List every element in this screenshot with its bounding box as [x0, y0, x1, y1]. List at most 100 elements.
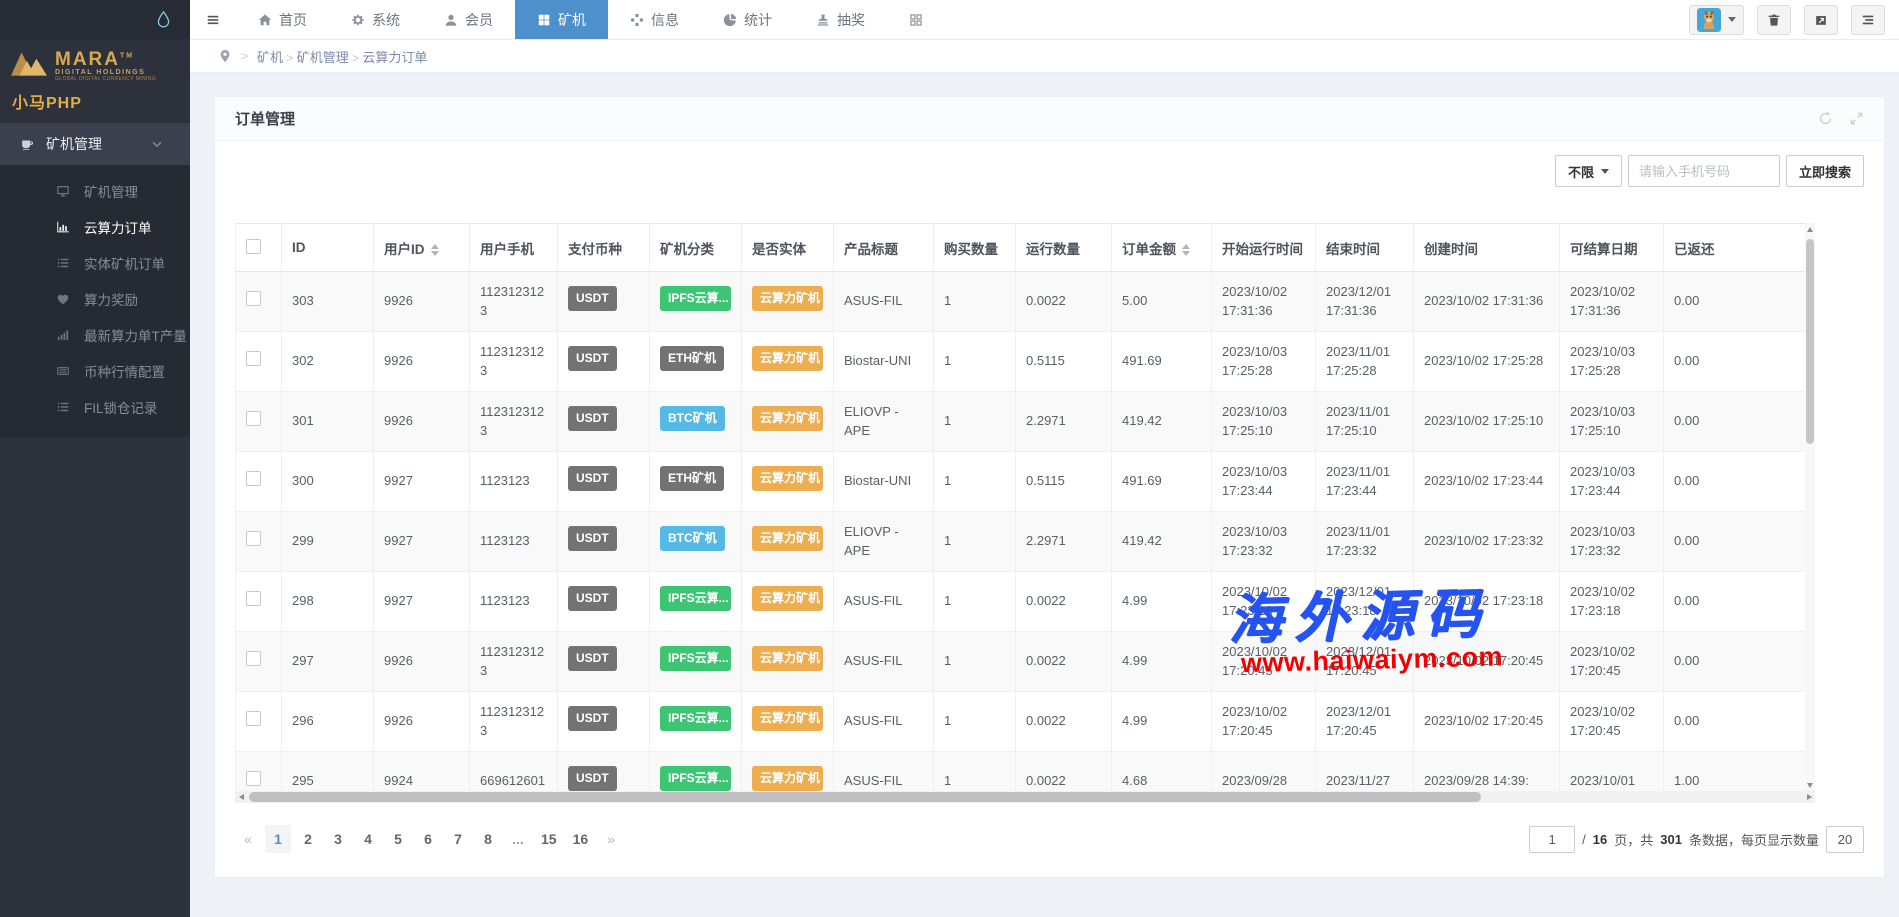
table-row: 29899271123123USDTIPFS云算...云算力矿机ASUS-FIL… — [236, 572, 1816, 632]
sidebar-toggle-button[interactable] — [190, 0, 236, 39]
scroll-left-arrow[interactable] — [235, 791, 247, 803]
column-header[interactable]: 用户ID — [374, 224, 470, 272]
entity-type-badge: 云算力矿机 — [752, 706, 823, 731]
sidebar-item-latest-output[interactable]: 最新算力单T产量 — [0, 317, 190, 353]
row-checkbox[interactable] — [246, 531, 261, 546]
sidebar-item-coin-market[interactable]: 币种行情配置 — [0, 353, 190, 389]
external-icon — [1814, 13, 1828, 27]
refresh-icon[interactable] — [1818, 111, 1833, 126]
sidebar-item-label: 算力奖励 — [84, 289, 138, 309]
vertical-scrollbar[interactable] — [1805, 223, 1815, 791]
column-label: 用户ID — [384, 242, 425, 257]
page-button-5[interactable]: 5 — [385, 825, 411, 853]
page-button-15[interactable]: 15 — [535, 825, 563, 853]
cell-returned: 0.00 — [1664, 272, 1816, 332]
sidebar-item-miner-manage[interactable]: 矿机管理 — [0, 173, 190, 209]
sidebar-item-fil-lock[interactable]: FIL锁仓记录 — [0, 389, 190, 425]
scroll-right-arrow[interactable] — [1803, 791, 1815, 803]
cell-run-qty: 0.5115 — [1016, 332, 1112, 392]
cell-buy-qty: 1 — [934, 632, 1016, 692]
log-list-button[interactable] — [1851, 5, 1885, 35]
search-button[interactable]: 立即搜索 — [1786, 155, 1864, 187]
row-checkbox[interactable] — [246, 771, 261, 786]
horizontal-scrollbar[interactable] — [235, 791, 1815, 803]
scroll-down-arrow[interactable] — [1805, 779, 1815, 791]
page-jump-input[interactable] — [1529, 826, 1575, 853]
cell-end-time: 2023/11/01 17:25:10 — [1316, 392, 1414, 452]
select-all-checkbox[interactable] — [246, 239, 261, 254]
cell-amount: 4.99 — [1112, 692, 1212, 752]
horizontal-scroll-thumb[interactable] — [249, 792, 1481, 802]
orders-table-viewport: ID用户ID用户手机支付币种矿机分类是否实体产品标题购买数量运行数量订单金额开始… — [235, 223, 1815, 791]
cell-buy-qty: 1 — [934, 512, 1016, 572]
page-button-8[interactable]: 8 — [475, 825, 501, 853]
sidebar-item-label: 矿机管理 — [84, 181, 138, 201]
page-size-input[interactable] — [1826, 826, 1864, 853]
page-button-7[interactable]: 7 — [445, 825, 471, 853]
column-header: 是否实体 — [742, 224, 834, 272]
cell-returned: 0.00 — [1664, 452, 1816, 512]
user-menu-button[interactable] — [1689, 5, 1744, 35]
row-checkbox[interactable] — [246, 291, 261, 306]
row-checkbox[interactable] — [246, 651, 261, 666]
page-button-6[interactable]: 6 — [415, 825, 441, 853]
breadcrumb-link[interactable]: 矿机管理 — [297, 50, 349, 65]
cell-create-time: 2023/10/02 17:31:36 — [1414, 272, 1560, 332]
sort-icon[interactable] — [431, 244, 439, 256]
cell-returned: 0.00 — [1664, 332, 1816, 392]
page-button-3[interactable]: 3 — [325, 825, 351, 853]
fullscreen-link-button[interactable] — [1804, 5, 1838, 35]
sidebar-item-hash-reward[interactable]: 算力奖励 — [0, 281, 190, 317]
breadcrumb-link[interactable]: 矿机 — [257, 50, 283, 65]
phone-search-input[interactable] — [1628, 155, 1780, 187]
miner-category-badge: IPFS云算... — [660, 766, 731, 791]
cell-user-id: 9927 — [374, 572, 470, 632]
cell-returned: 0.00 — [1664, 512, 1816, 572]
nav-item-miner[interactable]: 矿机 — [515, 0, 608, 39]
column-label: 用户手机 — [480, 242, 534, 257]
nav-item-system[interactable]: 系统 — [329, 0, 422, 39]
vertical-scroll-thumb[interactable] — [1806, 239, 1814, 444]
breadcrumb-link[interactable]: 云算力订单 — [362, 50, 427, 65]
cell-product: ASUS-FIL — [834, 692, 934, 752]
entity-type-badge: 云算力矿机 — [752, 586, 823, 611]
sidebar-item-entity-orders[interactable]: 实体矿机订单 — [0, 245, 190, 281]
sidebar-section-miner-manage[interactable]: 矿机管理 — [0, 123, 190, 165]
nav-item-lottery[interactable]: 抽奖 — [794, 0, 887, 39]
column-label: 是否实体 — [752, 242, 806, 257]
sort-icon[interactable] — [1182, 244, 1190, 256]
filter-toolbar: 不限 立即搜索 — [235, 155, 1864, 187]
fullscreen-icon[interactable] — [1849, 111, 1864, 126]
row-checkbox[interactable] — [246, 411, 261, 426]
cell-amount: 4.99 — [1112, 632, 1212, 692]
nav-item-info[interactable]: 信息 — [608, 0, 701, 39]
scope-dropdown[interactable]: 不限 — [1555, 155, 1622, 187]
row-checkbox[interactable] — [246, 351, 261, 366]
column-header: 运行数量 — [1016, 224, 1112, 272]
column-label: 已返还 — [1674, 242, 1715, 257]
page-button-16[interactable]: 16 — [567, 825, 595, 853]
next-page-button[interactable]: » — [598, 825, 624, 853]
nav-item-stats[interactable]: 统计 — [701, 0, 794, 39]
cell-run-qty: 0.0022 — [1016, 572, 1112, 632]
miner-category-badge: IPFS云算... — [660, 286, 731, 311]
row-checkbox[interactable] — [246, 591, 261, 606]
row-checkbox[interactable] — [246, 711, 261, 726]
cell-start-time: 2023/10/02 17:31:36 — [1212, 272, 1316, 332]
cell-phone: 669612601 — [470, 752, 558, 792]
clear-cache-button[interactable] — [1757, 5, 1791, 35]
pagination-row: «12345678...1516» / 16 页，共 301 条数据，每页显示数… — [235, 825, 1864, 853]
nav-item-member[interactable]: 会员 — [422, 0, 515, 39]
nav-item-home[interactable]: 首页 — [236, 0, 329, 39]
page-button-4[interactable]: 4 — [355, 825, 381, 853]
column-header[interactable]: 订单金额 — [1112, 224, 1212, 272]
sidebar-item-cloud-orders[interactable]: 云算力订单 — [0, 209, 190, 245]
scroll-up-arrow[interactable] — [1805, 223, 1815, 235]
row-checkbox[interactable] — [246, 471, 261, 486]
page-button-2[interactable]: 2 — [295, 825, 321, 853]
page-button-1[interactable]: 1 — [265, 825, 291, 853]
prev-page-button[interactable]: « — [235, 825, 261, 853]
nav-item-apps[interactable] — [887, 0, 945, 39]
cell-run-qty: 0.0022 — [1016, 752, 1112, 792]
cell-product: ASUS-FIL — [834, 752, 934, 792]
